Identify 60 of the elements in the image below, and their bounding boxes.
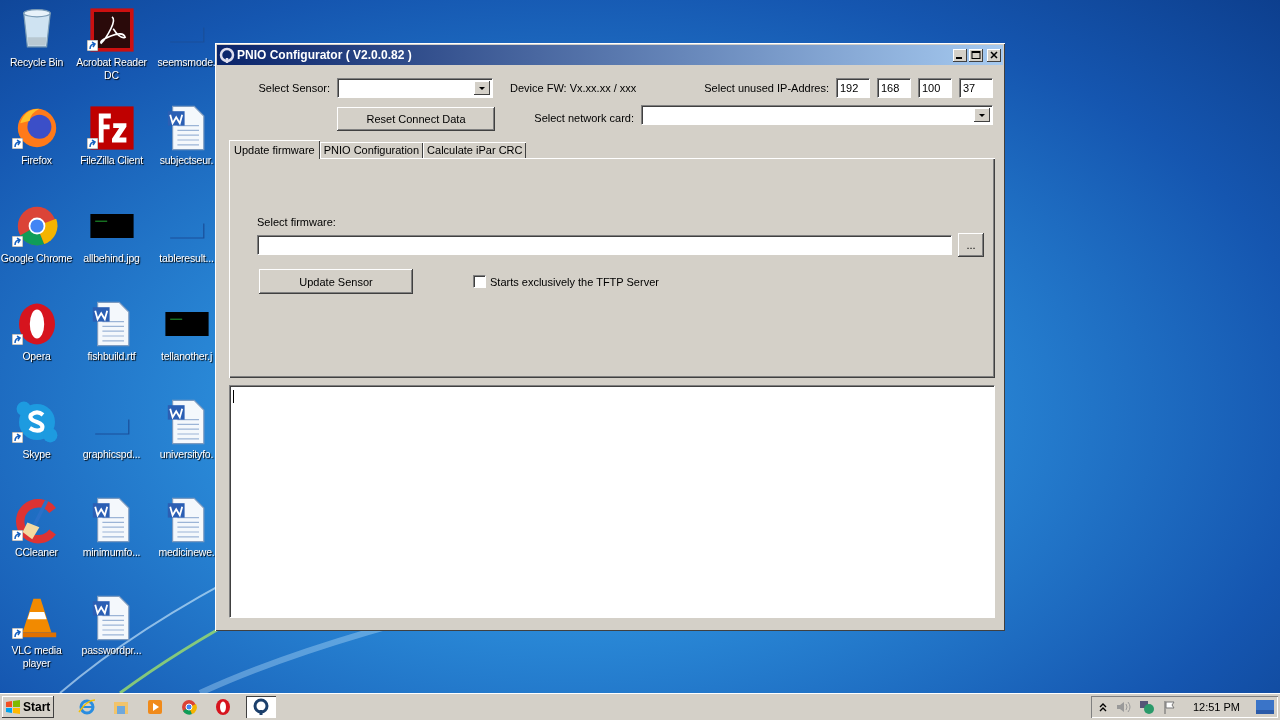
icon-label: Recycle Bin <box>8 56 65 69</box>
icon-label: allbehind.jpg <box>82 252 141 265</box>
round-logo-icon <box>180 697 198 716</box>
tab[interactable]: Calculate iPar CRC <box>423 142 527 158</box>
icon-label: FileZilla Client <box>79 154 144 167</box>
icon-label: Firefox <box>20 154 53 167</box>
icon-label: passwordpr... <box>80 644 143 657</box>
network-card-dropdown[interactable] <box>641 105 993 125</box>
checkbox-label: Starts exclusively the TFTP Server <box>490 275 659 288</box>
maximize-icon[interactable] <box>969 48 983 62</box>
icon-label: universityfo. <box>158 448 215 461</box>
close-icon[interactable] <box>987 48 1001 62</box>
icon-label: fishbuild.rtf <box>86 350 137 363</box>
tab[interactable]: PNIO Configuration <box>319 142 424 158</box>
chevron-up-icon[interactable] <box>1098 701 1107 712</box>
reset-button[interactable]: Reset Connect Data <box>337 107 495 131</box>
ring-keyhole-icon <box>219 47 235 63</box>
icon-label: Google Chrome <box>0 252 74 265</box>
icon-label: graphicspd... <box>81 448 142 461</box>
field-label: Select network card: <box>534 112 634 124</box>
icon-label: seemsmode. <box>156 56 217 69</box>
firmware-path-field[interactable] <box>257 235 952 255</box>
ring-logo-icon <box>214 697 232 716</box>
icon-label: CCleaner <box>14 546 59 559</box>
firmware-version-text: Device FW: Vx.xx.xx / xxx <box>510 82 637 94</box>
field-label: Select unused IP-Addres: <box>704 82 829 94</box>
clock[interactable]: 12:51 PM <box>1192 700 1240 713</box>
field-label: Select firmware: <box>257 216 337 228</box>
window-title: PNIO Configurator ( V2.0.0.82 ) <box>237 48 413 62</box>
sensor-dropdown[interactable] <box>337 78 493 98</box>
flag-icon[interactable] <box>1162 699 1177 714</box>
ip-octet-field[interactable]: 192 <box>836 78 870 98</box>
checkbox[interactable] <box>473 275 486 288</box>
icon-label: Skype <box>21 448 52 461</box>
icon-label: Acrobat Reader DC <box>75 56 148 82</box>
icon-label: tableresult... <box>158 252 215 265</box>
windows-flag-icon <box>5 699 21 714</box>
tab[interactable]: Update firmware <box>229 140 320 159</box>
taskbar-button[interactable] <box>246 695 276 718</box>
browser-e-icon <box>78 697 96 716</box>
show-desktop-icon[interactable] <box>1256 699 1274 714</box>
ring-keyhole-icon <box>252 697 270 716</box>
icon-label: VLC media player <box>10 644 63 670</box>
icon-label: tellanother.j <box>159 350 214 363</box>
update-sensor-button[interactable]: Update Sensor <box>259 269 413 294</box>
network-icon[interactable] <box>1138 698 1155 715</box>
icon-label: Opera <box>21 350 52 363</box>
minimize-icon[interactable] <box>953 48 967 62</box>
icon-label: medicinewe. <box>157 546 216 559</box>
browse-button[interactable]: ... <box>958 233 984 257</box>
ip-octet-field[interactable]: 168 <box>877 78 911 98</box>
swirl-tile-icon[interactable] <box>87 6 136 54</box>
play-icon <box>146 697 164 716</box>
ip-octet-field[interactable]: 100 <box>918 78 952 98</box>
zigzag-tile-icon[interactable] <box>87 104 136 152</box>
ip-octet-field[interactable]: 37 <box>959 78 993 98</box>
icon-label: subjectseur. <box>158 154 215 167</box>
start-button[interactable]: Start <box>2 695 54 718</box>
icon-label: minimumfo... <box>81 546 142 559</box>
field-label: Select Sensor: <box>257 82 330 94</box>
